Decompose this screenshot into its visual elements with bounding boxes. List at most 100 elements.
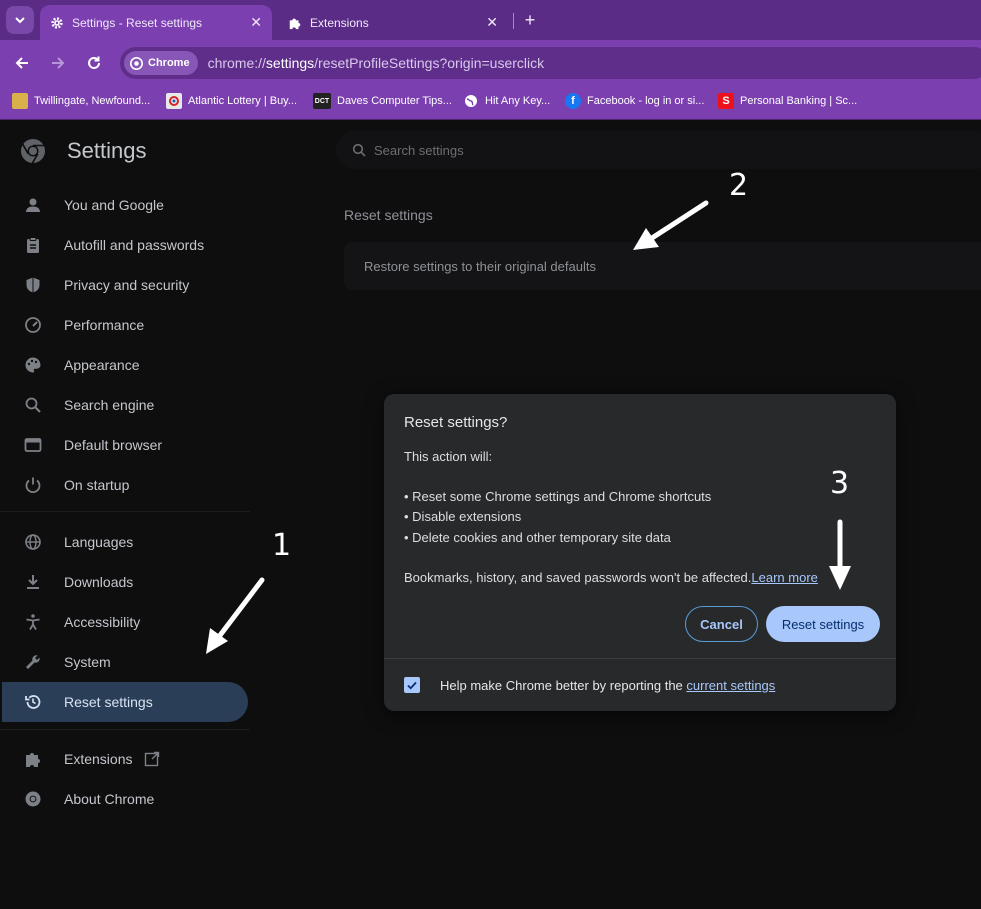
sidebar-item-label: You and Google	[64, 197, 164, 213]
dialog-note: Bookmarks, history, and saved passwords …	[404, 570, 818, 585]
sidebar-item-label: Languages	[64, 534, 134, 550]
gear-icon	[51, 16, 63, 29]
annotation-number-2: 2	[729, 168, 749, 203]
shield-icon	[22, 274, 44, 296]
external-link-icon	[145, 751, 160, 767]
learn-more-link[interactable]: Learn more	[751, 570, 817, 585]
globe-icon	[22, 531, 44, 553]
download-icon	[22, 571, 44, 593]
new-tab-button[interactable]: +	[520, 10, 540, 30]
bookmark-label: Facebook - log in or si...	[587, 95, 705, 107]
sidebar-item-label: Default browser	[64, 437, 163, 453]
sidebar-item-label: Reset settings	[64, 694, 153, 710]
bookmark-atlantic-lottery[interactable]: Atlantic Lottery | Buy...	[166, 90, 297, 112]
sidebar-item-label: Performance	[64, 317, 145, 333]
sidebar-item-reset-settings[interactable]: Reset settings	[2, 682, 248, 722]
nav-divider	[0, 729, 250, 730]
bookmark-hit-any-key[interactable]: Hit Any Key...	[463, 90, 550, 112]
bookmark-label: Personal Banking | Sc...	[740, 95, 858, 107]
sidebar-item-label: Extensions	[64, 751, 133, 767]
atlantic-lottery-favicon	[166, 93, 182, 109]
search-input[interactable]: Search settings	[336, 131, 981, 169]
cancel-button[interactable]: Cancel	[685, 606, 758, 642]
puzzle-icon	[22, 748, 44, 770]
url-host: settings	[265, 55, 315, 71]
tab-title: Extensions	[310, 15, 369, 30]
site-info-chip[interactable]: Chrome	[124, 51, 198, 75]
tab-search-button[interactable]	[6, 6, 34, 34]
sidebar-item-default-browser[interactable]: Default browser	[22, 425, 162, 465]
omnibox[interactable]: Chrome chrome://settings/resetProfileSet…	[120, 47, 981, 79]
sidebar-item-privacy[interactable]: Privacy and security	[22, 265, 189, 305]
sidebar-item-on-startup[interactable]: On startup	[22, 465, 129, 505]
annotation-number-1: 1	[272, 528, 292, 563]
annotation-number-3: 3	[830, 466, 850, 501]
restore-defaults-row[interactable]: Restore settings to their original defau…	[344, 242, 981, 290]
checkbox-label: Help make Chrome better by reporting the…	[440, 678, 775, 693]
dialog-bullet: • Reset some Chrome settings and Chrome …	[404, 489, 712, 504]
tab-settings[interactable]: Settings - Reset settings ✕	[40, 5, 272, 40]
forward-button[interactable]	[47, 52, 69, 74]
bookmark-label: Twillingate, Newfound...	[34, 95, 151, 107]
tab-extensions[interactable]: Extensions ✕	[278, 5, 508, 40]
close-icon[interactable]: ✕	[486, 14, 498, 31]
sidebar-item-autofill[interactable]: Autofill and passwords	[22, 225, 204, 265]
sidebar-item-accessibility[interactable]: Accessibility	[22, 602, 140, 642]
sidebar-item-label: About Chrome	[64, 791, 155, 807]
bookmark-label: Daves Computer Tips...	[337, 95, 452, 107]
sidebar-item-extensions[interactable]: Extensions	[22, 739, 160, 779]
arrow-left-icon	[15, 57, 28, 69]
restore-defaults-label: Restore settings to their original defau…	[364, 258, 596, 274]
bookmark-label: Hit Any Key...	[485, 95, 551, 107]
person-icon	[22, 194, 44, 216]
dialog-title: Reset settings?	[404, 414, 508, 431]
reload-button[interactable]	[83, 52, 105, 74]
bookmark-twillingate[interactable]: Twillingate, Newfound...	[12, 90, 150, 112]
bookmark-facebook[interactable]: f Facebook - log in or si...	[565, 90, 704, 112]
chrome-logo-icon	[21, 139, 45, 164]
sidebar-item-label: On startup	[64, 477, 130, 493]
sidebar-item-label: Accessibility	[64, 614, 141, 630]
puzzle-icon	[289, 18, 301, 29]
twillingate-favicon	[12, 93, 28, 109]
sidebar-item-label: Downloads	[64, 574, 134, 590]
toolbar: Chrome chrome://settings/resetProfileSet…	[0, 40, 981, 86]
sidebar-item-search-engine[interactable]: Search engine	[22, 385, 154, 425]
sidebar-item-label: Appearance	[64, 357, 140, 373]
search-placeholder: Search settings	[374, 142, 464, 158]
sidebar-item-performance[interactable]: Performance	[22, 305, 144, 345]
reload-icon	[88, 56, 100, 69]
dialog-divider	[384, 658, 896, 659]
checkbox-label-text: Help make Chrome better by reporting the	[440, 678, 687, 693]
tab-separator	[513, 13, 514, 29]
sidebar-item-system[interactable]: System	[22, 642, 111, 682]
search-icon	[352, 143, 366, 157]
dialog-bullet: • Disable extensions	[404, 509, 522, 524]
reset-settings-button[interactable]: Reset settings	[766, 606, 880, 642]
chrome-icon	[22, 788, 44, 810]
globe-favicon	[463, 93, 479, 109]
current-settings-link[interactable]: current settings	[686, 678, 775, 693]
back-button[interactable]	[11, 52, 33, 74]
sidebar-item-you-and-google[interactable]: You and Google	[22, 185, 164, 225]
section-title: Reset settings	[344, 207, 433, 223]
url-text[interactable]: chrome://settings/resetProfileSettings?o…	[208, 55, 545, 71]
clipboard-icon	[22, 234, 44, 256]
dct-favicon: DCT	[313, 93, 331, 109]
accessibility-icon	[22, 611, 44, 633]
bookmark-daves-computer-tips[interactable]: DCT Daves Computer Tips...	[313, 90, 452, 112]
close-icon[interactable]: ✕	[250, 14, 262, 31]
browser-window-icon	[22, 434, 44, 456]
nav-divider	[0, 511, 250, 512]
wrench-icon	[22, 651, 44, 673]
palette-icon	[22, 354, 44, 376]
sidebar-item-label: System	[64, 654, 111, 670]
sidebar-item-about-chrome[interactable]: About Chrome	[22, 779, 154, 819]
sidebar-item-appearance[interactable]: Appearance	[22, 345, 140, 385]
report-settings-checkbox[interactable]	[404, 677, 420, 693]
bookmark-personal-banking[interactable]: S Personal Banking | Sc...	[718, 90, 857, 112]
sidebar-item-languages[interactable]: Languages	[22, 522, 133, 562]
speedometer-icon	[22, 314, 44, 336]
search-icon	[22, 394, 44, 416]
sidebar-item-downloads[interactable]: Downloads	[22, 562, 133, 602]
